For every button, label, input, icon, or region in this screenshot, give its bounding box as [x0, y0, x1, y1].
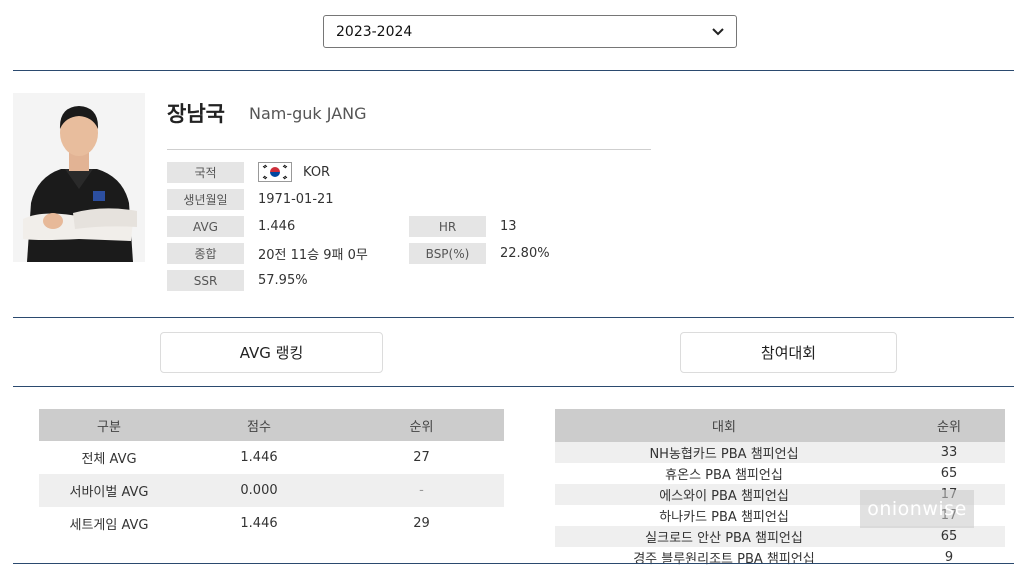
table-cell: 세트게임 AVG: [69, 518, 149, 533]
table-cell: 전체 AVG: [81, 452, 137, 467]
avg-ranking-table: 구분 점수 순위 전체 AVG 1.446 27 서바이벌 AVG 0.000 …: [39, 409, 504, 540]
season-select-value: 2023-2024: [336, 23, 413, 40]
table-row: 세트게임 AVG 1.446 29: [39, 507, 504, 540]
hr-value: 13: [500, 219, 517, 234]
tournament-table: 대회 순위 NH농협카드 PBA 챔피언십 33 휴온스 PBA 챔피언십 65…: [555, 409, 1005, 566]
ssr-value: 57.95%: [258, 273, 308, 288]
table-cell: 1.446: [240, 450, 278, 465]
table-cell: 0.000: [179, 474, 339, 507]
bsp-label: BSP(%): [409, 243, 486, 264]
table-cell: 29: [413, 516, 430, 531]
avg-value: 1.446: [258, 219, 296, 234]
divider: [13, 386, 1014, 387]
player-photo: [13, 93, 145, 262]
ssr-label: SSR: [167, 270, 244, 291]
birth-value: 1971-01-21: [258, 192, 334, 207]
bsp-value: 22.80%: [500, 246, 550, 261]
table-cell: 27: [413, 450, 430, 465]
table-cell: 65: [940, 466, 958, 481]
table-cell: 33: [893, 442, 1005, 463]
table-header-row: 구분 점수 순위: [39, 409, 504, 441]
divider: [13, 317, 1014, 318]
hr-label: HR: [409, 216, 486, 237]
season-select[interactable]: 2023-2024: [323, 15, 737, 48]
table-cell: 1.446: [240, 516, 278, 531]
table-header-row: 대회 순위: [555, 409, 1005, 442]
table-row: 서바이벌 AVG 0.000 -: [39, 474, 504, 507]
table-cell: NH농협카드 PBA 챔피언십: [555, 442, 893, 463]
divider: [13, 563, 1014, 564]
table-cell: 에스와이 PBA 챔피언십: [555, 484, 893, 505]
record-value: 20전 11승 9패 0무: [258, 248, 368, 263]
avg-label: AVG: [167, 216, 244, 237]
table-row: 전체 AVG 1.446 27: [39, 441, 504, 474]
watermark-logo: onionwise: [860, 490, 974, 528]
table-cell: 65: [893, 526, 1005, 547]
table-cell: 휴온스 PBA 챔피언십: [665, 468, 783, 483]
player-name-ko: 장남국: [167, 102, 225, 126]
tournaments-button[interactable]: 참여대회: [680, 332, 897, 373]
birth-label: 생년월일: [167, 189, 244, 210]
divider: [13, 70, 1014, 71]
table-cell: 서바이벌 AVG: [39, 474, 179, 507]
table-cell: -: [339, 474, 504, 507]
column-header: 대회: [555, 409, 893, 442]
name-divider: [167, 149, 651, 150]
table-row: NH농협카드 PBA 챔피언십 33: [555, 442, 1005, 463]
column-header: 구분: [39, 409, 179, 441]
table-row: 휴온스 PBA 챔피언십 65: [555, 463, 1005, 484]
table-cell: 하나카드 PBA 챔피언십: [659, 510, 789, 525]
column-header: 순위: [893, 409, 1005, 442]
chevron-down-icon: [712, 25, 724, 39]
nationality-label: 국적: [167, 162, 244, 183]
column-header: 순위: [339, 409, 504, 441]
avg-ranking-button[interactable]: AVG 랭킹: [160, 332, 383, 373]
player-name-en: Nam-guk JANG: [249, 104, 367, 123]
table-row: 실크로드 안산 PBA 챔피언십 65: [555, 526, 1005, 547]
tournament-table-container[interactable]: 대회 순위 NH농협카드 PBA 챔피언십 33 휴온스 PBA 챔피언십 65…: [555, 409, 1005, 566]
korea-flag-icon: [258, 162, 292, 182]
table-cell: 실크로드 안산 PBA 챔피언십: [555, 526, 893, 547]
column-header: 점수: [179, 409, 339, 441]
nationality-value: KOR: [303, 165, 331, 180]
record-label: 종합: [167, 243, 244, 264]
